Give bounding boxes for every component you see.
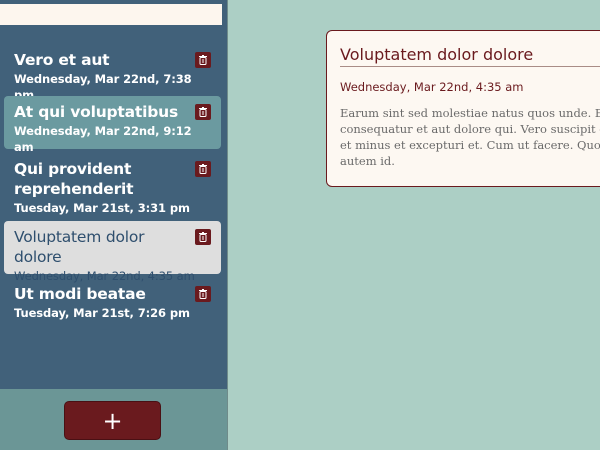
delete-note-button[interactable] — [195, 52, 211, 68]
trash-icon — [199, 107, 207, 117]
editor-body[interactable]: Earum sint sed molestiae natus quos unde… — [340, 105, 600, 169]
sidebar: Vero et aut Wednesday, Mar 22nd, 7:38 pm… — [0, 0, 228, 450]
editor-body-line: et minus et excepturi et. Cum ut facere.… — [340, 138, 600, 152]
trash-icon — [199, 55, 207, 65]
note-date: Wednesday, Mar 22nd, 9:12 am — [14, 124, 192, 154]
note-item-voluptatem-dolor-dolore[interactable]: Voluptatem dolor dolore Wednesday, Mar 2… — [4, 221, 221, 283]
note-editor[interactable]: Voluptatem dolor dolore Wednesday, Mar 2… — [326, 30, 600, 187]
note-date: Tuesday, Mar 21st, 3:31 pm — [14, 201, 190, 215]
note-title: Vero et aut — [14, 51, 110, 69]
note-item-qui-provident-reprehenderit[interactable]: Qui provident reprehenderit Tuesday, Mar… — [4, 153, 221, 221]
editor-date: Wednesday, Mar 22nd, 4:35 am — [340, 80, 524, 94]
delete-note-button[interactable] — [195, 161, 211, 177]
delete-note-button[interactable] — [195, 286, 211, 302]
editor-body-line: autem id. — [340, 154, 395, 168]
sidebar-divider — [227, 0, 228, 450]
note-title: Voluptatem dolor dolore — [14, 228, 145, 266]
note-title: At qui voluptatibus — [14, 103, 178, 121]
trash-icon — [199, 164, 207, 174]
trash-icon — [199, 289, 207, 299]
delete-note-button[interactable] — [195, 104, 211, 120]
add-note-button[interactable]: + — [64, 401, 161, 440]
sidebar-footer: + — [0, 389, 228, 450]
note-date: Tuesday, Mar 21st, 7:26 pm — [14, 306, 190, 320]
editor-title[interactable]: Voluptatem dolor dolore — [340, 45, 600, 67]
note-title: Qui provident reprehenderit — [14, 160, 134, 198]
note-item-vero-et-aut[interactable]: Vero et aut Wednesday, Mar 22nd, 7:38 pm — [4, 44, 221, 102]
note-item-ut-modi-beatae[interactable]: Ut modi beatae Tuesday, Mar 21st, 7:26 p… — [4, 278, 221, 328]
delete-note-button[interactable] — [195, 229, 211, 245]
editor-body-line: Earum sint sed molestiae natus quos unde… — [340, 106, 600, 120]
trash-icon — [199, 232, 207, 242]
editor-body-line: consequatur et aut dolore qui. Vero susc… — [340, 122, 600, 136]
plus-icon: + — [102, 406, 123, 435]
note-title: Ut modi beatae — [14, 285, 146, 303]
search-input[interactable] — [0, 4, 222, 25]
note-item-at-qui-voluptatibus[interactable]: At qui voluptatibus Wednesday, Mar 22nd,… — [4, 96, 221, 154]
